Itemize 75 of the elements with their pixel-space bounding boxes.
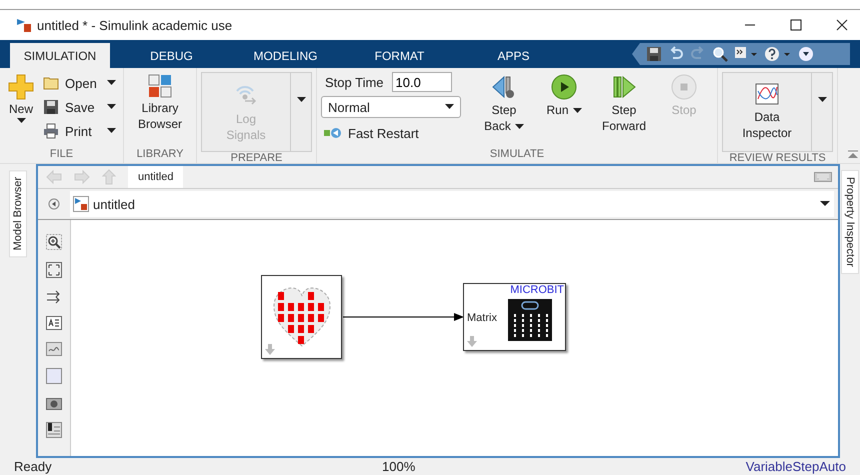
down-arrow-icon [265, 344, 275, 355]
annotation-icon[interactable] [46, 316, 62, 330]
ribbon-tab[interactable]: APPS [461, 43, 566, 68]
hide-browser-icon[interactable] [48, 198, 60, 210]
block-title: MICROBIT [510, 284, 564, 296]
simulation-button[interactable]: Run [535, 72, 593, 120]
heart-block[interactable] [261, 275, 342, 359]
property-inspector-tab[interactable]: Property Inspector [841, 170, 859, 274]
simulation-button[interactable]: Step Back [475, 72, 533, 136]
caret-icon [818, 97, 826, 103]
caret-icon [445, 104, 454, 110]
caret-icon[interactable] [107, 128, 116, 134]
simulation-button[interactable]: Step Forward [595, 72, 653, 136]
model-tab[interactable]: untitled [128, 166, 184, 188]
file-menu-button[interactable]: Open [40, 72, 119, 94]
led-matrix-drawing [508, 299, 552, 341]
signal-plot-icon [755, 83, 779, 105]
search-icon[interactable] [712, 46, 728, 62]
maximize-icon[interactable] [790, 19, 802, 31]
dropdown-icon[interactable] [798, 46, 814, 62]
model-browser-tab[interactable]: Model Browser [9, 170, 27, 258]
file-menu-button[interactable]: Print [40, 120, 119, 142]
port-label: Matrix [467, 312, 497, 324]
fast-restart-button[interactable]: Fast Restart [321, 122, 461, 144]
group-caption: LIBRARY [136, 148, 184, 162]
simulink-logo-icon [16, 17, 32, 33]
ribbon-tab[interactable]: DEBUG [119, 43, 224, 68]
ribbon-tab[interactable]: FORMAT [347, 43, 452, 68]
arrows-icon[interactable] [46, 290, 62, 304]
step-back-icon [491, 74, 517, 100]
collapse-ribbon-icon[interactable] [848, 150, 858, 159]
table-icon[interactable] [46, 422, 62, 438]
printer-icon [43, 123, 59, 139]
zoom-in-icon[interactable] [46, 234, 62, 250]
address-bar[interactable]: untitled [70, 191, 834, 217]
library-grid-icon [148, 74, 172, 98]
step-forward-icon [611, 74, 637, 100]
microbit-block[interactable]: MICROBIT Matrix [463, 283, 566, 351]
group-caption: FILE [48, 148, 74, 162]
stop-time-label: Stop Time [325, 74, 384, 90]
stop-icon [671, 74, 697, 100]
save-icon[interactable] [646, 46, 662, 62]
model-icon [73, 196, 89, 212]
status-text: Ready [14, 459, 52, 474]
stop-time-field[interactable]: 10.0 [392, 72, 452, 92]
camera-icon[interactable] [46, 396, 62, 410]
caret-icon [16, 118, 26, 124]
undo-icon[interactable] [668, 46, 684, 62]
ribbon-tab[interactable]: SIMULATION [10, 43, 110, 68]
zoom-level: 100% [382, 459, 416, 474]
ribbon-tab[interactable]: MODELING [233, 43, 338, 68]
caret-icon[interactable] [107, 80, 116, 86]
down-arrow-icon [467, 336, 477, 347]
file-menu-button[interactable]: Save [40, 96, 119, 118]
solver-link[interactable]: VariableStepAuto [746, 459, 846, 474]
group-caption: REVIEW RESULTS [728, 152, 827, 164]
close-icon[interactable] [836, 19, 848, 31]
group-caption: PREPARE [230, 152, 284, 164]
image-icon[interactable] [46, 342, 62, 356]
folder-icon [43, 76, 59, 90]
new-button[interactable]: New [4, 72, 38, 126]
heart-drawing [272, 286, 332, 348]
fit-view-icon[interactable] [46, 262, 62, 278]
library-browser-button[interactable]: Library Browser [128, 72, 192, 134]
plus-icon [8, 74, 34, 100]
group-caption: SIMULATE [488, 148, 546, 162]
model-canvas[interactable]: MICROBIT Matrix [70, 220, 838, 456]
help-icon[interactable] [764, 46, 792, 62]
caret-icon[interactable] [107, 104, 116, 110]
play-icon [551, 74, 577, 100]
caret-icon[interactable] [820, 201, 830, 207]
area-icon[interactable] [46, 368, 62, 384]
simulation-mode-dropdown[interactable]: Normal [321, 96, 461, 118]
window-title: untitled * - Simulink academic use [37, 18, 232, 32]
fast-restart-icon [324, 127, 342, 139]
